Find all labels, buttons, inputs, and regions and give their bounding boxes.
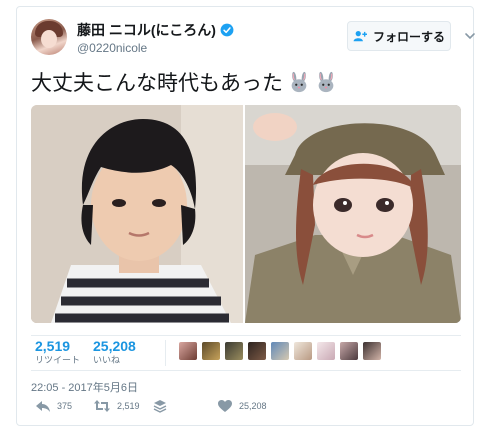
like-action-count: 25,208 [239,401,267,411]
tweet-stats: 2,519 リツイート 25,208 いいね [31,335,461,371]
tweet-media [31,105,461,323]
reply-button[interactable]: 375 [35,399,72,413]
tweet-actions: 375 2,519 25,208 [31,399,461,419]
like-count: 25,208 [93,338,136,354]
tweet-text-content: 大丈夫こんな時代もあった [31,72,283,95]
like-stat[interactable]: 25,208 いいね [93,338,136,366]
stack-icon [153,400,167,413]
tweet-timestamp[interactable]: 22:05 - 2017年5月6日 [31,379,138,395]
verified-badge-icon [220,23,234,37]
reply-icon [36,401,50,412]
like-label: いいね [93,355,121,365]
photo-right[interactable] [245,105,461,323]
follow-button[interactable]: フォローする [347,21,451,51]
retweet-icon [94,400,110,412]
reply-count: 375 [57,401,73,411]
liker-avatar[interactable] [248,342,266,360]
like-button[interactable]: 25,208 [217,399,267,413]
retweet-count: 2,519 [35,338,71,354]
display-name[interactable]: 藤田 ニコル(にころん) [77,20,216,40]
photo-left-illustration [31,105,243,323]
tweet-card: 藤田 ニコル(にころん) @0220nicole フォローする 大丈夫こんな時代… [16,6,475,426]
retweet-stat[interactable]: 2,519 リツイート [35,338,80,366]
add-user-icon [353,31,367,42]
heart-icon [218,400,232,412]
liker-avatars [179,342,386,360]
tweet-text: 大丈夫こんな時代もあった [31,69,337,95]
display-name-row: 藤田 ニコル(にころん) [77,21,307,39]
avatar-face [41,30,57,48]
liker-avatar[interactable] [363,342,381,360]
photo-left[interactable] [31,105,243,323]
liker-avatar[interactable] [179,342,197,360]
stack-button[interactable] [153,399,173,413]
liker-avatar[interactable] [271,342,289,360]
retweet-button[interactable]: 2,519 [93,399,140,413]
user-handle[interactable]: @0220nicole [77,41,307,55]
rabbit-face-icon [318,71,334,93]
rabbit-face-icon [291,71,307,93]
photo-right-illustration [245,105,461,323]
avatar[interactable] [31,19,67,55]
liker-avatar[interactable] [340,342,358,360]
stats-divider [165,340,166,366]
liker-avatar[interactable] [202,342,220,360]
retweet-label: リツイート [35,355,81,365]
author-names: 藤田 ニコル(にころん) @0220nicole [77,21,307,55]
tweet-header: 藤田 ニコル(にころん) @0220nicole フォローする [31,19,475,59]
liker-avatar[interactable] [317,342,335,360]
chevron-down-icon[interactable] [463,29,477,43]
liker-avatar[interactable] [294,342,312,360]
liker-avatar[interactable] [225,342,243,360]
follow-button-label: フォローする [372,29,445,44]
retweet-action-count: 2,519 [117,401,140,411]
